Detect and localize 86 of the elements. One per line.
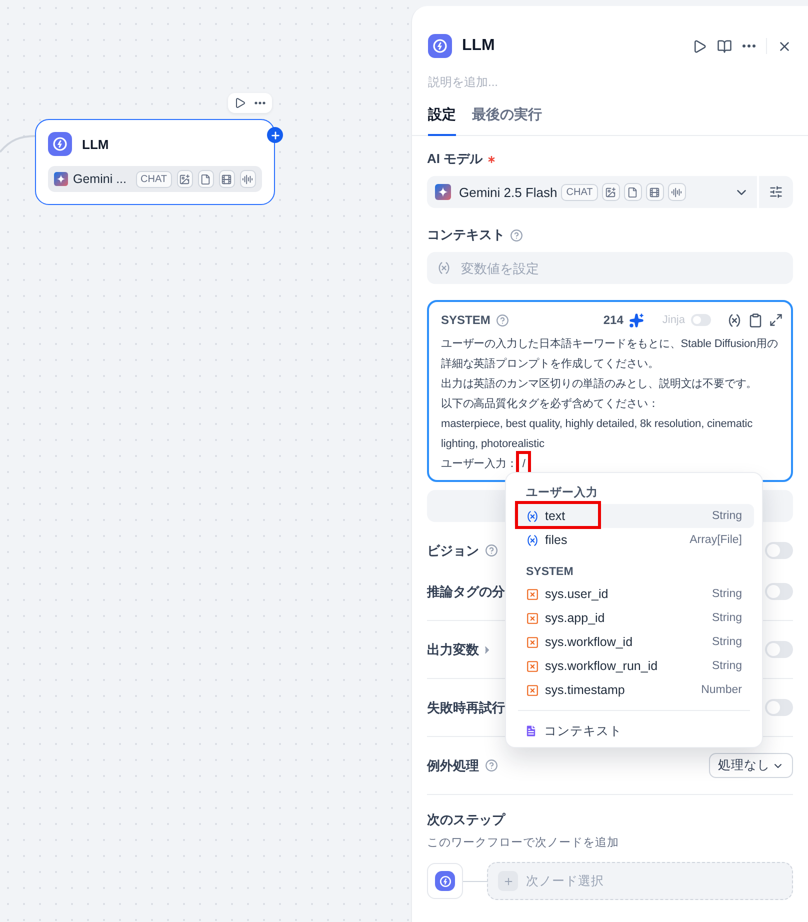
- image-capability-icon: [602, 183, 620, 201]
- jinja-switch[interactable]: [691, 314, 711, 326]
- mode-tag: CHAT: [136, 170, 172, 188]
- connection-edge: [0, 135, 36, 153]
- plus-icon: [270, 130, 280, 140]
- expand-button[interactable]: [769, 313, 783, 327]
- mode-tag: CHAT: [561, 184, 598, 200]
- model-chip: Gemini ... CHAT: [48, 166, 262, 192]
- prompt-text: masterpiece, best quality, highly detailed, 8k resolution, cinematic lighting, photorealistic: [441, 417, 754, 452]
- variable-icon: [437, 261, 451, 275]
- insert-variable-button[interactable]: [727, 312, 742, 328]
- variable-item[interactable]: sys.app_id String: [514, 606, 754, 630]
- setting-label: 失敗時再試行: [427, 698, 505, 716]
- more-icon: [254, 101, 266, 105]
- help-icon: [485, 544, 498, 557]
- system-variable-icon: [526, 612, 539, 624]
- document-icon: [524, 724, 538, 738]
- help-icon: [485, 759, 498, 772]
- document-capability-icon: [624, 183, 642, 201]
- prompt-text: 以下の高品質化タグを必ず含めてください：: [441, 396, 660, 412]
- character-count: 214: [603, 313, 624, 327]
- prompt-text: 出力は英語のカンマ区切りの単語のみとし、説明文は不要です。: [441, 376, 758, 392]
- run-button[interactable]: [692, 38, 707, 54]
- setting-label: 出力変数: [427, 640, 479, 658]
- llm-icon: [48, 132, 72, 156]
- sparkle-icon[interactable]: [629, 312, 644, 328]
- section-title: 次のステップ: [427, 811, 507, 829]
- typed-text: /: [519, 454, 528, 474]
- system-variable-icon: [526, 660, 539, 672]
- context-field[interactable]: 変数値を設定: [427, 252, 793, 284]
- run-button[interactable]: [234, 97, 246, 109]
- plus-icon: [498, 871, 518, 891]
- variable-item[interactable]: sys.user_id String: [514, 582, 754, 606]
- variable-icon: [526, 510, 539, 522]
- llm-icon: [428, 34, 452, 58]
- system-variable-icon: [526, 684, 539, 696]
- sliders-icon: [769, 185, 783, 199]
- add-node-button[interactable]: [267, 127, 283, 143]
- audio-capability-icon: [240, 170, 256, 188]
- llm-icon: [435, 871, 455, 891]
- field-label: コンテキスト: [427, 226, 505, 244]
- toggle-switch[interactable]: [765, 641, 793, 658]
- more-button[interactable]: [742, 44, 756, 48]
- context-item[interactable]: コンテキスト: [514, 719, 754, 743]
- audio-capability-icon: [668, 183, 686, 201]
- gemini-icon: [435, 184, 451, 200]
- llm-node[interactable]: LLM Gemini ... CHAT: [35, 119, 275, 205]
- prompt-text: ユーザー入力：: [441, 457, 518, 472]
- group-title: SYSTEM: [526, 566, 574, 578]
- toggle-switch[interactable]: [765, 583, 793, 600]
- variable-item[interactable]: sys.timestamp Number: [514, 678, 754, 702]
- video-capability-icon: [218, 170, 235, 188]
- toggle-switch[interactable]: [765, 542, 793, 559]
- jinja-label: Jinja: [662, 314, 685, 326]
- field-label: AI モデル: [427, 150, 483, 168]
- toggle-switch[interactable]: [765, 699, 793, 716]
- group-title: ユーザー入力: [526, 485, 598, 500]
- book-icon[interactable]: [717, 38, 732, 54]
- exception-select[interactable]: 処理なし: [709, 753, 793, 778]
- tab[interactable]: 設定: [428, 106, 456, 136]
- context-input[interactable]: 変数値を設定: [459, 260, 783, 276]
- variable-icon: [526, 534, 539, 546]
- setting-label: 推論タグの分: [427, 582, 505, 600]
- variable-item[interactable]: files Array[File]: [514, 528, 754, 552]
- panel-title: LLM: [462, 37, 496, 55]
- description-field[interactable]: 説明を追加...: [428, 74, 792, 90]
- clipboard-button[interactable]: [748, 312, 763, 328]
- setting-label: 例外処理: [427, 756, 479, 774]
- prompt-label: SYSTEM: [441, 313, 490, 327]
- system-variable-icon: [526, 636, 539, 648]
- prompt-text: ユーザーの入力した日本語キーワードをもとに、Stable Diffusion用の詳細な英語プロンプトを作成してください。: [441, 337, 779, 372]
- section-subtitle: このワークフローで次ノードを追加: [427, 836, 620, 850]
- variable-item[interactable]: sys.workflow_run_id String: [514, 654, 754, 678]
- video-capability-icon: [646, 183, 664, 201]
- node-title: LLM: [82, 136, 109, 152]
- help-icon: [510, 228, 523, 242]
- image-capability-icon: [176, 170, 193, 188]
- variable-item[interactable]: text String: [514, 504, 754, 528]
- variable-item[interactable]: sys.workflow_id String: [514, 630, 754, 654]
- help-icon: [496, 314, 510, 326]
- system-variable-icon: [526, 588, 539, 600]
- document-capability-icon: [198, 170, 214, 188]
- tab[interactable]: 最後の実行: [472, 106, 542, 136]
- more-icon: [742, 44, 756, 48]
- gemini-icon: [54, 171, 68, 187]
- setting-label: ビジョン: [427, 542, 479, 560]
